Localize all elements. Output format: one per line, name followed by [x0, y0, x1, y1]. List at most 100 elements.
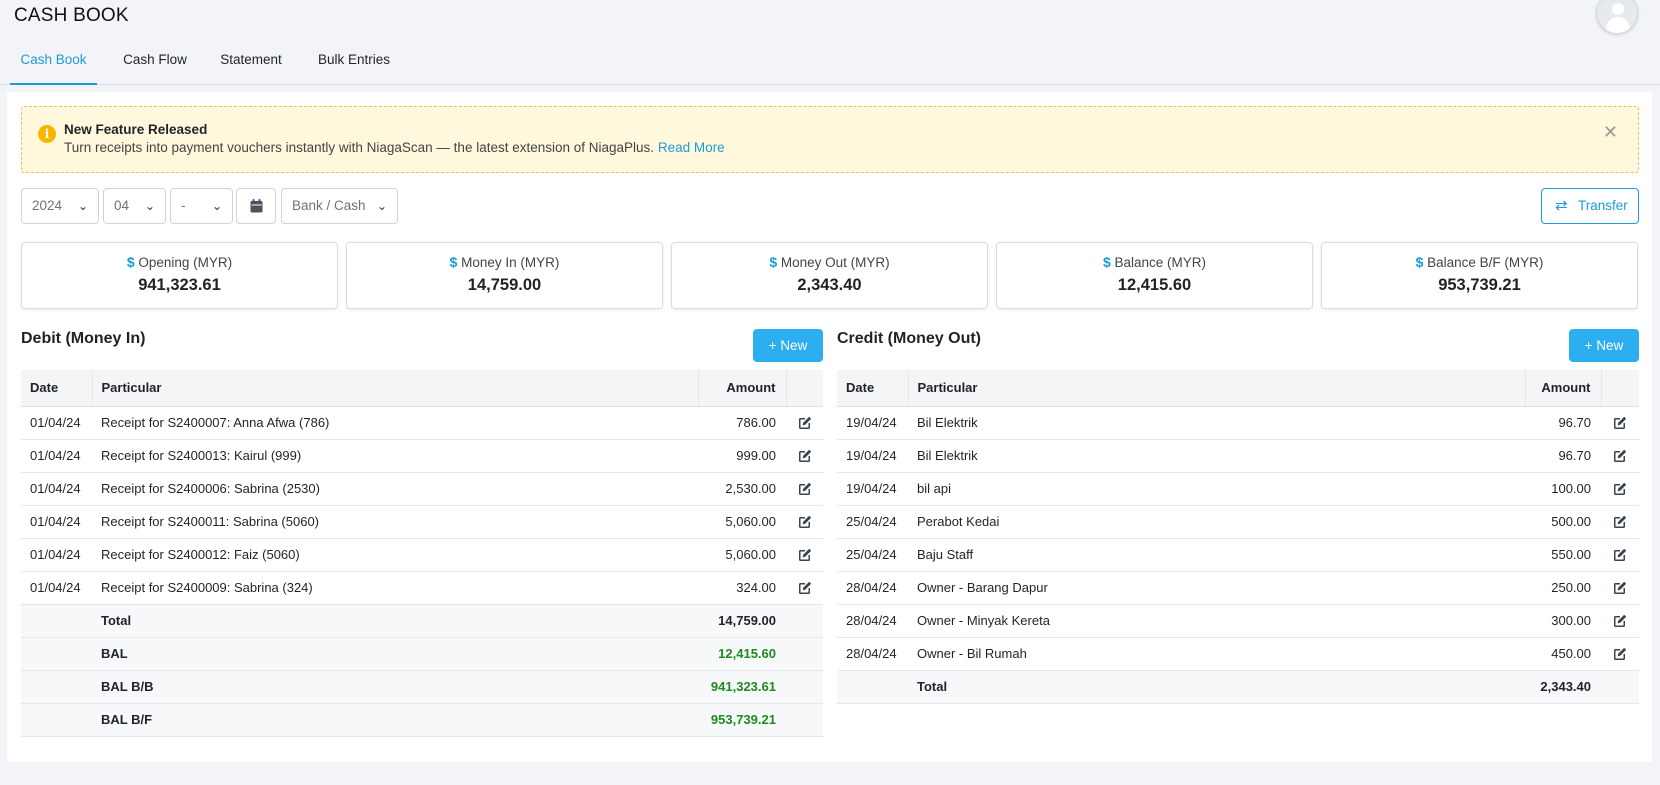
edit-icon[interactable]	[1612, 415, 1628, 431]
transfer-button[interactable]: ⇄ Transfer	[1541, 188, 1639, 224]
calendar-icon	[250, 199, 263, 213]
page-title: CASH BOOK	[14, 5, 129, 26]
user-avatar[interactable]	[1596, 0, 1638, 34]
edit-icon[interactable]	[1612, 448, 1628, 464]
summary-row: BAL B/B 941,323.61	[21, 670, 823, 704]
edit-icon[interactable]	[797, 415, 813, 431]
summary-row: Total 14,759.00	[21, 604, 823, 638]
credit-table-header: Date Particular Amount	[837, 370, 1639, 407]
tab-cash-book[interactable]: Cash Book	[10, 42, 97, 85]
day-select[interactable]: - ⌄	[170, 188, 233, 224]
summary-value: 12,415.60	[698, 637, 786, 671]
row-edit-button[interactable]	[1601, 604, 1639, 638]
row-amount: 324.00	[698, 571, 786, 605]
row-date: 01/04/24	[21, 505, 92, 539]
summary-row: Total 2,343.40	[837, 670, 1639, 704]
summary-label: Total	[92, 604, 698, 638]
summary-value: 941,323.61	[698, 670, 786, 704]
close-icon[interactable]: ✕	[1603, 122, 1618, 143]
row-date: 25/04/24	[837, 505, 908, 539]
debit-new-label: New	[780, 338, 808, 353]
year-select[interactable]: 2024 ⌄	[21, 188, 99, 224]
row-particular: Bil Elektrik	[908, 406, 1525, 440]
credit-table: Date Particular Amount 19/04/24 Bil Elekt…	[837, 370, 1639, 704]
edit-icon[interactable]	[797, 547, 813, 563]
edit-icon[interactable]	[797, 448, 813, 464]
row-date: 01/04/24	[21, 472, 92, 506]
debit-col-amount: Amount	[698, 370, 787, 407]
read-more-link[interactable]: Read More	[658, 140, 725, 155]
edit-icon[interactable]	[1612, 646, 1628, 662]
table-row: 01/04/24 Receipt for S2400011: Sabrina (5…	[21, 505, 823, 539]
alert-message-text: Turn receipts into payment vouchers inst…	[64, 140, 655, 155]
tab-cash-flow[interactable]: Cash Flow	[110, 42, 200, 85]
row-edit-button[interactable]	[1601, 571, 1639, 605]
tab-bulk-entries[interactable]: Bulk Entries	[306, 42, 402, 85]
row-edit-button[interactable]	[1601, 406, 1639, 440]
row-amount: 2,530.00	[698, 472, 786, 506]
stat-balance: $ Balance (MYR) 12,415.60	[996, 242, 1313, 309]
summary-label: BAL B/F	[92, 703, 698, 737]
stat-balance-value: 12,415.60	[1117, 276, 1192, 294]
stat-balance-bf-label: Balance B/F (MYR)	[1427, 255, 1544, 270]
month-select-value: 04	[114, 198, 130, 213]
edit-icon[interactable]	[1612, 613, 1628, 629]
summary-label: BAL	[92, 637, 698, 671]
row-date: 28/04/24	[837, 571, 908, 605]
edit-icon[interactable]	[1612, 514, 1628, 530]
row-edit-button[interactable]	[1601, 505, 1639, 539]
row-date: 01/04/24	[21, 538, 92, 572]
edit-icon[interactable]	[797, 481, 813, 497]
summary-label: Total	[908, 670, 1525, 704]
row-particular: Receipt for S2400006: Sabrina (2530)	[92, 472, 698, 506]
dollar-icon: $	[1102, 254, 1111, 270]
row-edit-button[interactable]	[786, 472, 823, 506]
row-edit-button[interactable]	[1601, 439, 1639, 473]
row-amount: 300.00	[1525, 604, 1601, 638]
row-particular: Owner - Minyak Kereta	[908, 604, 1525, 638]
edit-icon[interactable]	[1612, 547, 1628, 563]
tab-statement[interactable]: Statement	[210, 42, 292, 85]
credit-new-button[interactable]: + New	[1569, 329, 1639, 362]
stat-money-in: $ Money In (MYR) 14,759.00	[346, 242, 663, 309]
row-edit-button[interactable]	[786, 538, 823, 572]
row-date: 01/04/24	[21, 439, 92, 473]
cash-book-card: i New Feature Released Turn receipts int…	[7, 92, 1652, 762]
row-edit-button[interactable]	[1601, 472, 1639, 506]
row-edit-button[interactable]	[786, 439, 823, 473]
day-select-value: -	[181, 198, 186, 213]
table-row: 25/04/24 Perabot Kedai 500.00	[837, 505, 1639, 539]
account-select[interactable]: Bank / Cash ⌄	[281, 188, 398, 224]
row-particular: Owner - Bil Rumah	[908, 637, 1525, 671]
row-edit-button[interactable]	[1601, 538, 1639, 572]
summary-row: BAL 12,415.60	[21, 637, 823, 671]
table-row: 28/04/24 Owner - Barang Dapur 250.00	[837, 571, 1639, 605]
edit-icon[interactable]	[797, 580, 813, 596]
alert-message: Turn receipts into payment vouchers inst…	[64, 140, 725, 155]
debit-new-button[interactable]: + New	[753, 329, 823, 362]
edit-icon[interactable]	[1612, 580, 1628, 596]
table-row: 19/04/24 bil api 100.00	[837, 472, 1639, 506]
table-row: 19/04/24 Bil Elektrik 96.70	[837, 406, 1639, 440]
edit-icon[interactable]	[797, 514, 813, 530]
debit-col-particular: Particular	[92, 370, 699, 407]
month-select[interactable]: 04 ⌄	[103, 188, 166, 224]
debit-col-action	[786, 370, 823, 407]
summary-spacer	[21, 670, 92, 704]
stat-money-out-label: Money Out (MYR)	[780, 255, 890, 270]
row-edit-button[interactable]	[1601, 637, 1639, 671]
stat-opening-value: 941,323.61	[138, 276, 221, 294]
row-particular: Receipt for S2400012: Faiz (5060)	[92, 538, 698, 572]
row-edit-button[interactable]	[786, 406, 823, 440]
summary-value: 953,739.21	[698, 703, 786, 737]
summary-action-spacer	[786, 637, 823, 671]
row-edit-button[interactable]	[786, 505, 823, 539]
account-select-value: Bank / Cash	[292, 198, 366, 213]
calendar-button[interactable]	[236, 188, 276, 224]
table-row: 28/04/24 Owner - Bil Rumah 450.00	[837, 637, 1639, 671]
edit-icon[interactable]	[1612, 481, 1628, 497]
table-row: 19/04/24 Bil Elektrik 96.70	[837, 439, 1639, 473]
summary-value: 14,759.00	[698, 604, 786, 638]
summary-action-spacer	[1601, 670, 1639, 704]
row-edit-button[interactable]	[786, 571, 823, 605]
